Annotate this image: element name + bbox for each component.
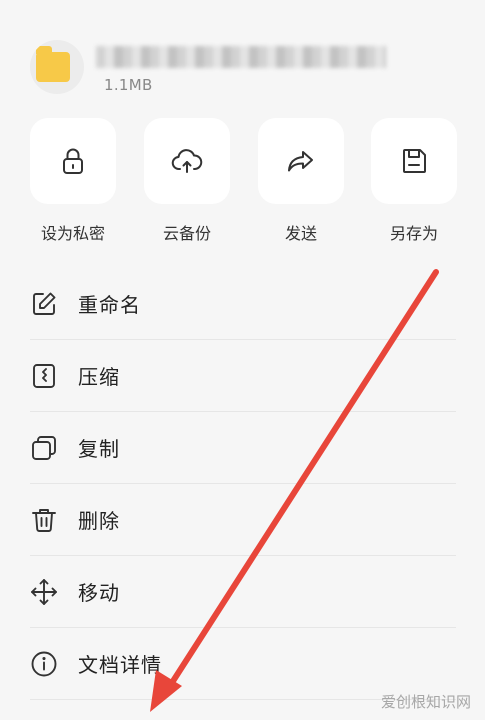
bottom-sheet: 1.1MB 设为私密 云备份 发送 另存为 重命名 压缩 复制 删除 移动 文档…	[0, 0, 485, 720]
menu-item-delete[interactable]: 删除	[30, 484, 456, 556]
info-icon	[31, 651, 57, 676]
set-private-button[interactable]: 设为私密	[30, 118, 116, 244]
menu-label: 复制	[78, 437, 120, 461]
menu-item-rename[interactable]: 重命名	[30, 268, 456, 340]
menu-icon-wrap	[30, 434, 58, 462]
file-header: 1.1MB	[30, 40, 470, 100]
menu-list: 重命名 压缩 复制 删除 移动 文档详情	[30, 268, 456, 700]
cloud-upload-icon	[171, 149, 203, 173]
save-icon	[403, 149, 426, 173]
menu-icon-wrap	[30, 290, 58, 318]
file-size: 1.1MB	[104, 76, 153, 94]
menu-icon-wrap	[30, 650, 58, 678]
menu-label: 移动	[78, 581, 120, 605]
menu-icon-wrap	[30, 362, 58, 390]
file-thumbnail	[30, 40, 84, 94]
menu-label: 重命名	[78, 293, 141, 317]
share-arrow-icon	[288, 151, 313, 172]
send-tile	[258, 118, 344, 204]
save-as-tile	[371, 118, 457, 204]
menu-item-details[interactable]: 文档详情	[30, 628, 456, 700]
menu-icon-wrap	[30, 578, 58, 606]
save-as-label: 另存为	[389, 224, 438, 243]
menu-item-move[interactable]: 移动	[30, 556, 456, 628]
cloud-backup-tile	[144, 118, 230, 204]
menu-icon-wrap	[30, 506, 58, 534]
watermark-text: 爱创根知识网	[380, 693, 471, 711]
cloud-backup-label: 云备份	[162, 224, 211, 243]
set-private-tile	[30, 118, 116, 204]
move-icon	[31, 578, 57, 605]
menu-label: 文档详情	[78, 653, 162, 677]
trash-icon	[32, 508, 56, 532]
menu-label: 删除	[78, 509, 120, 533]
folder-icon	[36, 46, 70, 82]
zip-icon	[33, 363, 55, 388]
action-tiles: 设为私密 云备份 发送 另存为	[0, 118, 485, 248]
copy-icon	[32, 435, 56, 460]
menu-label: 压缩	[78, 365, 120, 389]
save-as-button[interactable]: 另存为	[371, 118, 457, 244]
send-label: 发送	[284, 224, 317, 243]
set-private-label: 设为私密	[40, 224, 105, 243]
send-button[interactable]: 发送	[258, 118, 344, 244]
menu-item-compress[interactable]: 压缩	[30, 340, 456, 412]
file-name-redacted	[96, 46, 386, 68]
cloud-backup-button[interactable]: 云备份	[144, 118, 230, 244]
menu-item-copy[interactable]: 复制	[30, 412, 456, 484]
lock-icon	[63, 148, 83, 174]
edit-icon	[33, 292, 56, 315]
